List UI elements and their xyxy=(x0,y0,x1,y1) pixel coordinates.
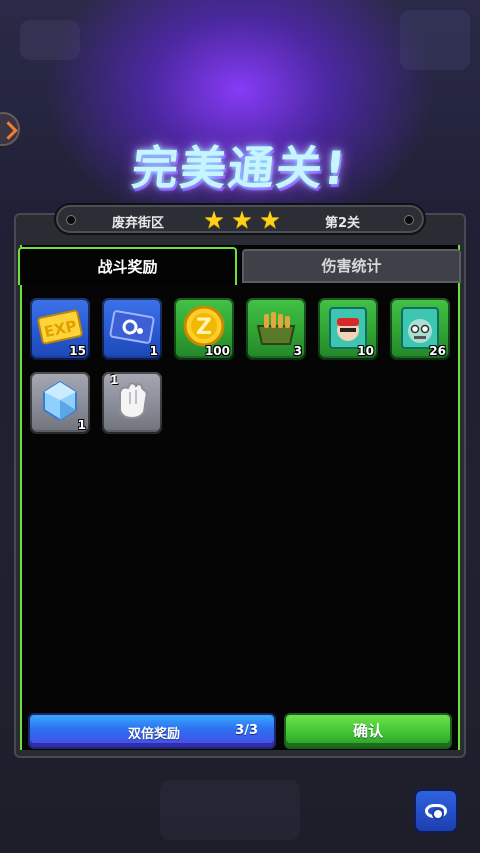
double-reward-button[interactable]: 双倍奖励 3/3 xyxy=(28,713,276,749)
reward-panel xyxy=(14,213,466,758)
tab-damage-stats[interactable]: 伤害统计 xyxy=(242,249,461,283)
star-icon: ★ xyxy=(231,206,253,234)
reward-count: 15 xyxy=(69,344,86,358)
reward-count: 1 xyxy=(110,373,119,387)
victory-title: 完美通关! xyxy=(129,141,351,195)
reward-white-gloves[interactable]: 1 xyxy=(102,372,162,434)
star-icon: ★ xyxy=(203,206,225,234)
reward-count: 1 xyxy=(77,418,86,432)
tab-battle-rewards[interactable]: 战斗奖励 xyxy=(18,247,237,285)
background-building xyxy=(20,20,80,60)
reward-gear-ticket[interactable]: 1 xyxy=(102,298,162,360)
reward-gold-coin[interactable]: Z 100 xyxy=(174,298,234,360)
reward-count: 1 xyxy=(149,344,158,358)
reward-crystal-gem[interactable]: 1 xyxy=(30,372,90,434)
reward-count: 3 xyxy=(293,344,302,358)
reward-count: 100 xyxy=(204,344,230,358)
eye-icon xyxy=(425,804,447,820)
bar-bolt-right xyxy=(405,216,413,224)
bar-bolt-left xyxy=(67,216,75,224)
background-building xyxy=(400,10,470,70)
stage-info-bar: 废弃街区 ★ ★ ★ 第2关 xyxy=(54,203,426,235)
reward-count: 10 xyxy=(357,344,374,358)
double-reward-count: 3/3 xyxy=(235,723,258,738)
star-icon: ★ xyxy=(259,206,281,234)
confirm-button[interactable]: 确认 xyxy=(284,713,452,749)
view-toggle-button[interactable] xyxy=(414,789,458,833)
background-debris xyxy=(160,780,300,840)
reward-exp-card[interactable]: EXP 15 xyxy=(30,298,90,360)
stage-name: 废弃街区 xyxy=(112,216,165,231)
victory-screen: 完美通关! 废弃街区 ★ ★ ★ 第2关 战斗奖励 伤害统计 EXP 15 1 … xyxy=(0,0,480,853)
stage-level: 第2关 xyxy=(324,216,360,231)
star-rating: ★ ★ ★ xyxy=(202,208,282,232)
reward-hero-exp-red[interactable]: 10 xyxy=(318,298,378,360)
reward-count: 26 xyxy=(429,344,446,358)
reward-hero-exp-zombie[interactable]: 26 xyxy=(390,298,450,360)
reward-ammo-crate[interactable]: 3 xyxy=(246,298,306,360)
